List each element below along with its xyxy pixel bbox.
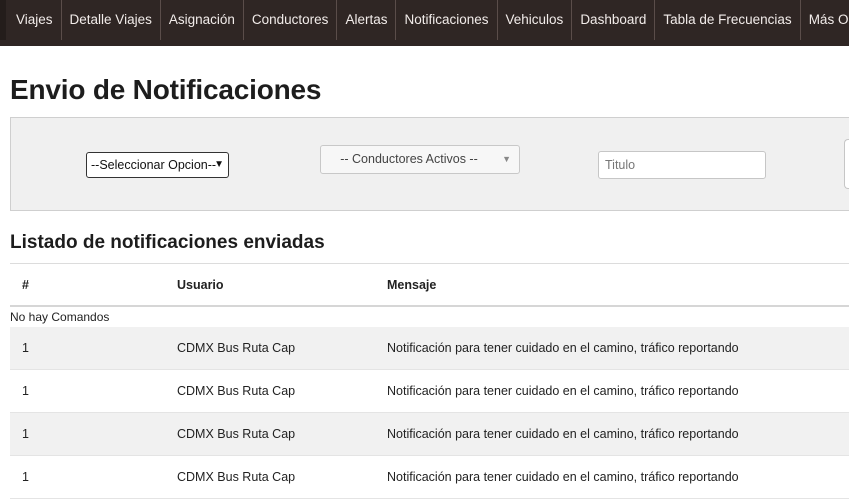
- row-user: CDMX Bus Ruta Cap: [177, 384, 296, 398]
- nav-item-dashboard[interactable]: Dashboard: [572, 0, 656, 40]
- row-number: 1: [22, 384, 29, 398]
- nav-item-detalle-viajes[interactable]: Detalle Viajes: [62, 0, 161, 40]
- table-row: 1 CDMX Bus Ruta Cap Notificación para te…: [10, 413, 849, 456]
- row-number: 1: [22, 470, 29, 484]
- nav-item-mas-opciones[interactable]: Más Opciones: [801, 0, 849, 40]
- page-title: Envio de Notificaciones: [10, 74, 322, 105]
- row-user: CDMX Bus Ruta Cap: [177, 341, 296, 355]
- row-message: Notificación para tener cuidado en el ca…: [387, 427, 739, 441]
- option-select-value: --Seleccionar Opcion--: [91, 158, 217, 172]
- row-message: Notificación para tener cuidado en el ca…: [387, 470, 739, 484]
- chevron-down-icon: ▼: [502, 154, 511, 164]
- header-mensaje: Mensaje: [387, 278, 437, 292]
- chevron-down-icon: ▼: [214, 159, 224, 170]
- nav-menu: Viajes Detalle Viajes Asignación Conduct…: [6, 0, 849, 40]
- top-navbar: Viajes Detalle Viajes Asignación Conduct…: [0, 0, 849, 46]
- empty-message: No hay Comandos: [10, 310, 110, 324]
- row-number: 1: [22, 341, 29, 355]
- row-user: CDMX Bus Ruta Cap: [177, 470, 296, 484]
- row-number: 1: [22, 427, 29, 441]
- table-row: 1 CDMX Bus Ruta Cap Notificación para te…: [10, 327, 849, 370]
- filter-panel: --Seleccionar Opcion-- ▼ -- Conductores …: [10, 117, 849, 211]
- message-field[interactable]: [844, 139, 849, 189]
- title-input[interactable]: Titulo: [598, 151, 766, 179]
- row-message: Notificación para tener cuidado en el ca…: [387, 384, 739, 398]
- list-title: Listado de notificaciones enviadas: [10, 232, 325, 253]
- header-number: #: [22, 278, 29, 292]
- nav-item-alertas[interactable]: Alertas: [337, 0, 397, 40]
- row-message: Notificación para tener cuidado en el ca…: [387, 341, 739, 355]
- table-row: 1 CDMX Bus Ruta Cap Notificación para te…: [10, 456, 849, 499]
- notifications-table: # Usuario Mensaje No hay Comandos 1 CDMX…: [10, 263, 849, 499]
- table-row: 1 CDMX Bus Ruta Cap Notificación para te…: [10, 370, 849, 413]
- drivers-select-value: -- Conductores Activos --: [340, 152, 478, 166]
- nav-item-asignacion[interactable]: Asignación: [161, 0, 244, 40]
- navbar-bottom-strip: [0, 40, 849, 46]
- nav-item-viajes[interactable]: Viajes: [6, 0, 62, 40]
- title-input-placeholder: Titulo: [605, 158, 636, 172]
- row-user: CDMX Bus Ruta Cap: [177, 427, 296, 441]
- nav-item-vehiculos[interactable]: Vehiculos: [498, 0, 573, 40]
- drivers-select[interactable]: -- Conductores Activos -- ▼: [320, 145, 520, 174]
- nav-item-conductores[interactable]: Conductores: [244, 0, 338, 40]
- header-usuario: Usuario: [177, 278, 224, 292]
- option-select[interactable]: --Seleccionar Opcion-- ▼: [86, 152, 229, 178]
- nav-item-tabla-frecuencias[interactable]: Tabla de Frecuencias: [655, 0, 801, 40]
- nav-item-notificaciones[interactable]: Notificaciones: [396, 0, 498, 40]
- table-header: # Usuario Mensaje: [10, 263, 849, 307]
